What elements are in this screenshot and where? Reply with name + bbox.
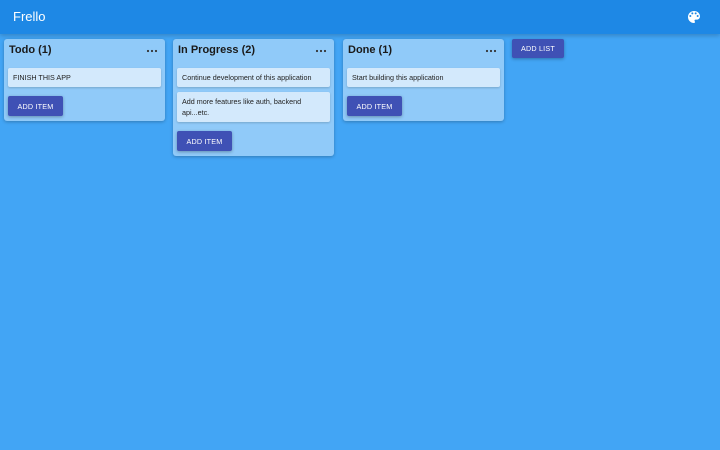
more-horizontal-icon[interactable] (485, 44, 497, 56)
add-item-button[interactable]: ADD ITEM (177, 131, 232, 151)
list-title: In Progress (2) (178, 44, 256, 56)
app-title: Frello (13, 9, 46, 24)
add-item-button[interactable]: ADD ITEM (8, 96, 63, 116)
list-title: Done (1) (348, 44, 392, 56)
list-header: Done (1) (343, 39, 504, 63)
list-done: Done (1) Start building this application… (343, 39, 504, 121)
list-header: Todo (1) (4, 39, 165, 63)
more-horizontal-icon[interactable] (146, 44, 158, 56)
palette-icon[interactable] (686, 9, 702, 25)
more-horizontal-icon[interactable] (315, 44, 327, 56)
list-header: In Progress (2) (173, 39, 334, 63)
add-item-button[interactable]: ADD ITEM (347, 96, 402, 116)
card[interactable]: FINISH THIS APP (8, 68, 161, 87)
app-bar: Frello (0, 0, 720, 34)
list-todo: Todo (1) FINISH THIS APP ADD ITEM (4, 39, 165, 121)
card[interactable]: Start building this application (347, 68, 500, 87)
add-list-button[interactable]: ADD LIST (512, 39, 564, 58)
list-title: Todo (1) (9, 44, 52, 56)
list-in-progress: In Progress (2) Continue development of … (173, 39, 334, 156)
card[interactable]: Continue development of this application (177, 68, 330, 87)
card[interactable]: Add more features like auth, backend api… (177, 92, 330, 122)
